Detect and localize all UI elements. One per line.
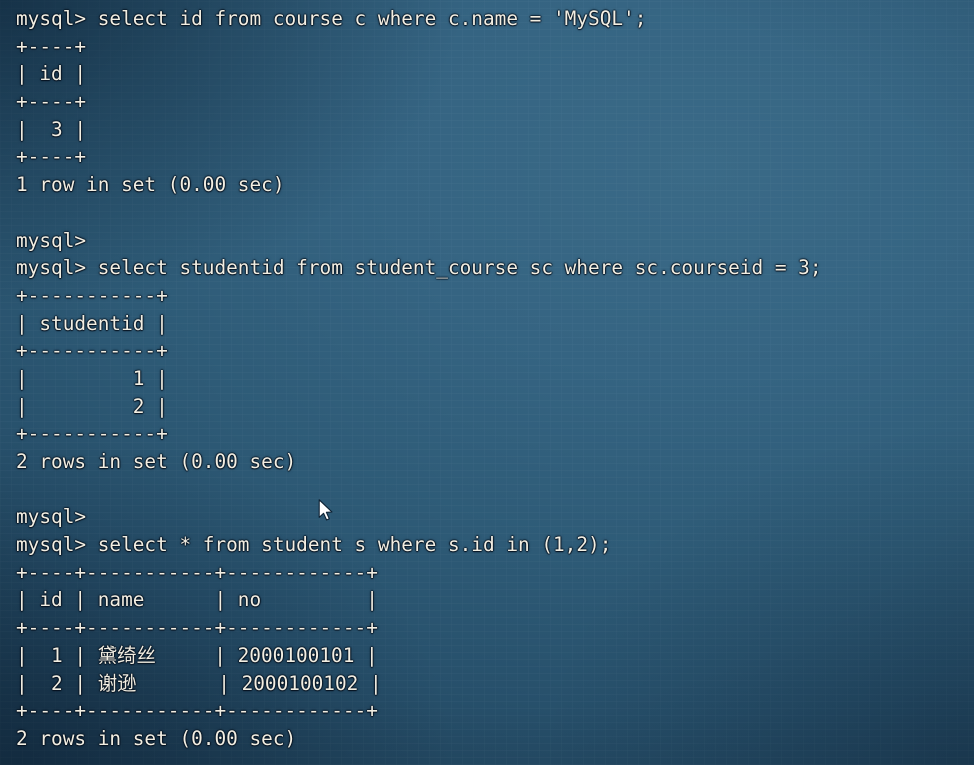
- terminal-window[interactable]: mysql> select id from course c where c.n…: [0, 0, 974, 765]
- terminal-line-separator: +-----------+: [16, 422, 168, 446]
- row-prefix: | 1 |: [16, 643, 98, 667]
- terminal-line-prompt: mysql>: [16, 228, 87, 252]
- terminal-line-header: | id | name | no |: [16, 588, 378, 612]
- terminal-line-separator: +----+-----------+------------+: [16, 699, 378, 723]
- terminal-line-command: mysql> select id from course c where c.n…: [16, 7, 647, 30]
- row-prefix: | 2 |: [16, 671, 98, 695]
- row-suffix: | 2000100102 |: [136, 671, 382, 695]
- row-name-value: 谢逊: [97, 671, 137, 695]
- terminal-line-separator: +-----------+: [16, 339, 168, 363]
- terminal-output[interactable]: mysql> select id from course c where c.n…: [0, 0, 974, 765]
- terminal-line-row: | 2 | 谢逊 | 2000100102 |: [16, 670, 974, 698]
- terminal-line-header: | studentid |: [16, 311, 168, 335]
- terminal-line-row: | 2 |: [16, 394, 168, 418]
- terminal-line-row: | 1 | 黛绮丝 | 2000100101 |: [16, 642, 974, 670]
- terminal-line-command: mysql> select * from student s where s.i…: [16, 533, 612, 557]
- terminal-line-command: mysql> select studentid from student_cou…: [16, 256, 822, 280]
- terminal-line-row: | 3 |: [16, 117, 87, 141]
- terminal-line-separator: +----+: [16, 34, 87, 58]
- row-name-value: 黛绮丝: [97, 643, 156, 667]
- terminal-line-separator: +----+-----------+------------+: [16, 560, 378, 584]
- terminal-line-status: 1 row in set (0.00 sec): [16, 173, 285, 197]
- terminal-line-prompt: mysql>: [16, 505, 87, 529]
- terminal-line-status: 2 rows in set (0.00 sec): [16, 450, 297, 473]
- terminal-line-row: | 1 |: [16, 366, 168, 390]
- terminal-line-separator: +----+: [16, 90, 87, 114]
- terminal-line-status: 2 rows in set (0.00 sec): [16, 726, 297, 750]
- terminal-line-separator: +----+: [16, 145, 87, 169]
- terminal-line-separator: +-----------+: [16, 283, 168, 307]
- row-suffix: | 2000100101 |: [155, 643, 378, 667]
- terminal-line-separator: +----+-----------+------------+: [16, 616, 378, 640]
- terminal-line-header: | id |: [16, 62, 87, 86]
